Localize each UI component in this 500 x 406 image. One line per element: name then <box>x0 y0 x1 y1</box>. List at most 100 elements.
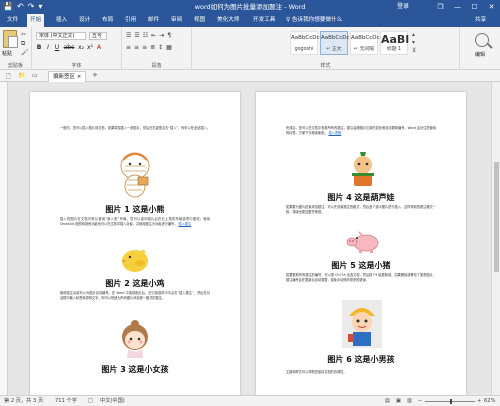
zoom-slider-knob[interactable] <box>450 399 452 404</box>
caption-1: 图片 1 这是小熊 <box>105 205 165 214</box>
style-name: ↵ 无间隔 <box>354 47 374 52</box>
scrollbar-thumb[interactable] <box>494 162 499 272</box>
chick-figure[interactable] <box>118 244 152 274</box>
font-color-button[interactable]: A <box>96 44 102 51</box>
align-left-icon[interactable]: ≡ <box>126 44 131 51</box>
tab-review[interactable]: 审阅 <box>168 14 185 27</box>
share-button[interactable]: 共享 <box>475 14 486 27</box>
vertical-ruler <box>0 82 8 395</box>
font-size-select[interactable]: 五号 <box>89 32 107 40</box>
document-tab-close-icon[interactable]: × <box>77 74 82 80</box>
copy-icon[interactable]: ⧉ <box>21 40 25 48</box>
italic-button[interactable]: I <box>45 44 51 51</box>
tab-insert[interactable]: 插入 <box>53 14 70 27</box>
vertical-scrollbar[interactable] <box>491 82 500 395</box>
new-document-icon[interactable]: 🗋 <box>6 72 11 82</box>
tab-mailings[interactable]: 邮件 <box>145 14 162 27</box>
page-right[interactable]: 完成后，您可以在文档中查看所有的题注，题注会随图片位置的变化而自动更新编号。Wo… <box>256 92 466 395</box>
minimize-button[interactable]: — <box>449 0 466 14</box>
tab-references[interactable]: 引用 <box>122 14 139 27</box>
numbering-icon[interactable]: ☰ <box>134 32 139 39</box>
page-text-link[interactable]: 插入表格 <box>328 131 341 135</box>
clipboard-group-label: 剪贴板 <box>7 63 23 69</box>
ribbon-tabs: 文件 开始 插入 设计 布局 引用 邮件 审阅 视图 美化大师 开发工具 ♀ 告… <box>0 14 500 27</box>
folder-icon[interactable]: 📁 <box>18 72 25 79</box>
styles-scroll-up-icon[interactable]: ▴ <box>412 31 415 38</box>
cut-icon[interactable]: ✂ <box>21 31 26 38</box>
tab-home[interactable]: 开始 <box>27 14 45 27</box>
new-tab-icon[interactable]: + <box>92 71 98 79</box>
boy-figure[interactable] <box>342 300 382 348</box>
bullets-icon[interactable]: ☰ <box>126 32 131 39</box>
style-name: 标题 1 <box>386 47 402 52</box>
maximize-button[interactable]: ☐ <box>466 0 483 14</box>
bold-button[interactable]: B <box>36 44 42 51</box>
font-group-label: 字体 <box>71 63 82 69</box>
tab-beautify[interactable]: 美化大师 <box>214 14 242 27</box>
title-bar: 💾 ↶ ↷ ▾ word如何为图片批量添加题注 - Word 登录 ❐ — ☐ … <box>0 0 500 14</box>
format-painter-icon[interactable]: 🖌 <box>21 49 29 56</box>
ribbon-display-icon[interactable]: ❐ <box>432 0 449 14</box>
page-count[interactable]: 第 2 页，共 3 页 <box>4 396 43 406</box>
styles-more-icon[interactable]: ⊻ <box>412 47 416 54</box>
page-left[interactable]: 一般的，您可以插入图片到文档，如果单独插入一张图片，然后在右键里点击“插入”，即… <box>30 92 240 395</box>
proofing-icon[interactable]: □ <box>88 396 93 406</box>
style-gogoshi[interactable]: AaBbCcDc gogoshi <box>290 31 320 55</box>
tab-view[interactable]: 视图 <box>191 14 208 27</box>
gourd-boy-figure[interactable] <box>346 150 380 188</box>
increase-indent-icon[interactable]: ⇥ <box>159 32 164 39</box>
page-text-link[interactable]: 插入题注 <box>178 222 191 226</box>
zoom-slider[interactable] <box>425 399 475 404</box>
word-count[interactable]: 711 个字 <box>55 396 77 406</box>
tab-file[interactable]: 文件 <box>4 14 21 27</box>
bear-figure[interactable] <box>110 144 160 200</box>
decrease-indent-icon[interactable]: ⇤ <box>151 32 156 39</box>
style-normal[interactable]: AaBbCcDc ↵ 正文 <box>320 31 350 55</box>
align-center-icon[interactable]: ≡ <box>134 44 139 51</box>
styles-scroll-down-icon[interactable]: ▾ <box>412 39 415 46</box>
page-text: 主题和样式可以帮助您保持文档的协调性。 <box>286 370 347 374</box>
paragraph-row-1: ☰ ☰ ☷ ⇤ ⇥ ¶ <box>126 32 171 39</box>
show-marks-icon[interactable]: ¶ <box>167 32 171 39</box>
zoom-in-icon[interactable]: + <box>477 396 481 406</box>
girl-figure[interactable] <box>116 320 154 360</box>
document-tab[interactable]: 撰新签区 × <box>48 71 87 82</box>
paste-icon[interactable] <box>3 30 18 48</box>
subscript-button[interactable]: x₂ <box>78 44 84 51</box>
login-link[interactable]: 登录 <box>397 0 409 14</box>
font-group: 宋体 (中文正文) 五号 B I U abc x₂ x² A 字体 <box>32 27 122 70</box>
read-mode-icon[interactable]: ▤ <box>385 396 390 406</box>
superscript-button[interactable]: x² <box>87 44 93 51</box>
style-no-spacing[interactable]: AaBbCcDc ↵ 无间隔 <box>350 31 380 55</box>
print-layout-icon[interactable]: ▣ <box>396 396 401 406</box>
justify-icon[interactable]: ≣ <box>150 44 155 51</box>
search-icon[interactable] <box>475 33 489 47</box>
pig-figure[interactable] <box>346 230 382 254</box>
tab-developer[interactable]: 开发工具 <box>250 14 278 27</box>
page-text: 一般的，您可以插入图片到文档，如果单独插入一张图片，然后在右键里点击“插入”，即… <box>60 126 210 130</box>
multilevel-list-icon[interactable]: ☷ <box>143 32 148 39</box>
strikethrough-button[interactable]: abc <box>63 44 75 51</box>
language-indicator[interactable]: 中文(中国) <box>100 396 125 406</box>
status-bar: 第 2 页，共 3 页 711 个字 □ 中文(中国) ▤ ▣ ▥ − + 62… <box>0 395 500 406</box>
zoom-level[interactable]: 62% <box>484 396 496 406</box>
caption-5: 图片 5 这是小猪 <box>331 261 391 270</box>
shading-icon[interactable]: ▦ <box>166 44 172 51</box>
font-name-select[interactable]: 宋体 (中文正文) <box>36 32 86 40</box>
styles-group: AaBbCcDc gogoshi AaBbCcDc ↵ 正文 AaBbCcDc … <box>192 27 460 70</box>
underline-button[interactable]: U <box>54 44 60 51</box>
caption-6: 图片 6 这是小男孩 <box>327 355 395 364</box>
tab-design[interactable]: 设计 <box>76 14 93 27</box>
paste-label[interactable]: 粘贴 <box>2 50 12 57</box>
line-spacing-icon[interactable]: ↕ <box>158 44 163 51</box>
editing-label[interactable]: 编辑 <box>475 51 485 58</box>
align-right-icon[interactable]: ≡ <box>142 44 147 51</box>
style-heading-1[interactable]: AaBl 标题 1 <box>380 31 409 55</box>
zoom-out-icon[interactable]: − <box>418 396 422 406</box>
close-button[interactable]: ✕ <box>483 0 500 14</box>
window-icon[interactable]: ▭ <box>32 72 38 79</box>
tab-layout[interactable]: 布局 <box>99 14 116 27</box>
document-area: 一般的，您可以插入图片到文档，如果单独插入一张图片，然后在右键里点击“插入”，即… <box>0 82 500 395</box>
tell-me-search[interactable]: ♀ 告诉我你想要做什么 <box>286 14 342 27</box>
web-layout-icon[interactable]: ▥ <box>407 396 412 406</box>
